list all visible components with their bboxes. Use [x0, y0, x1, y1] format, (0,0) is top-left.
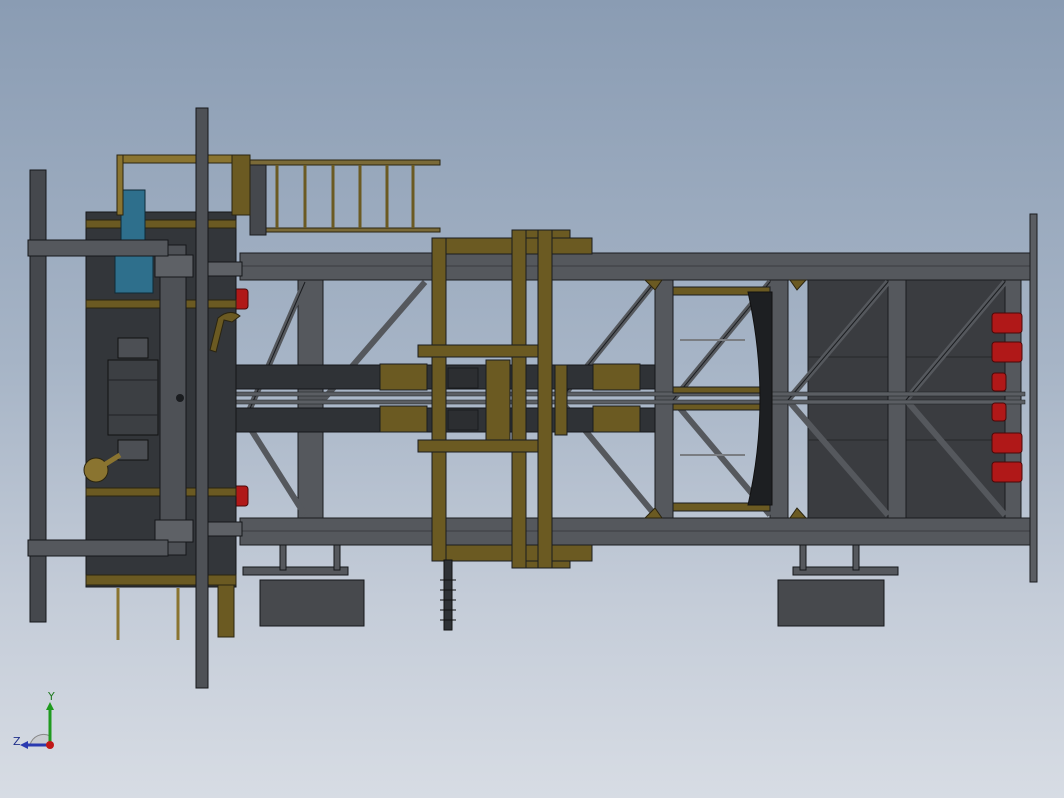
axis-z-label: Z: [13, 735, 21, 748]
cad-assembly-model[interactable]: [0, 0, 1064, 798]
orientation-triad: Y Z: [0, 690, 80, 760]
orientation-triad-icon: [20, 702, 54, 749]
walkway-ladder: [249, 159, 441, 236]
main-truss-frame: [239, 213, 1038, 583]
axis-y-label: Y: [48, 690, 55, 703]
olive-carriage: [417, 229, 771, 569]
hook-chain: [440, 559, 456, 631]
cad-viewport[interactable]: Y Z: [0, 0, 1064, 798]
